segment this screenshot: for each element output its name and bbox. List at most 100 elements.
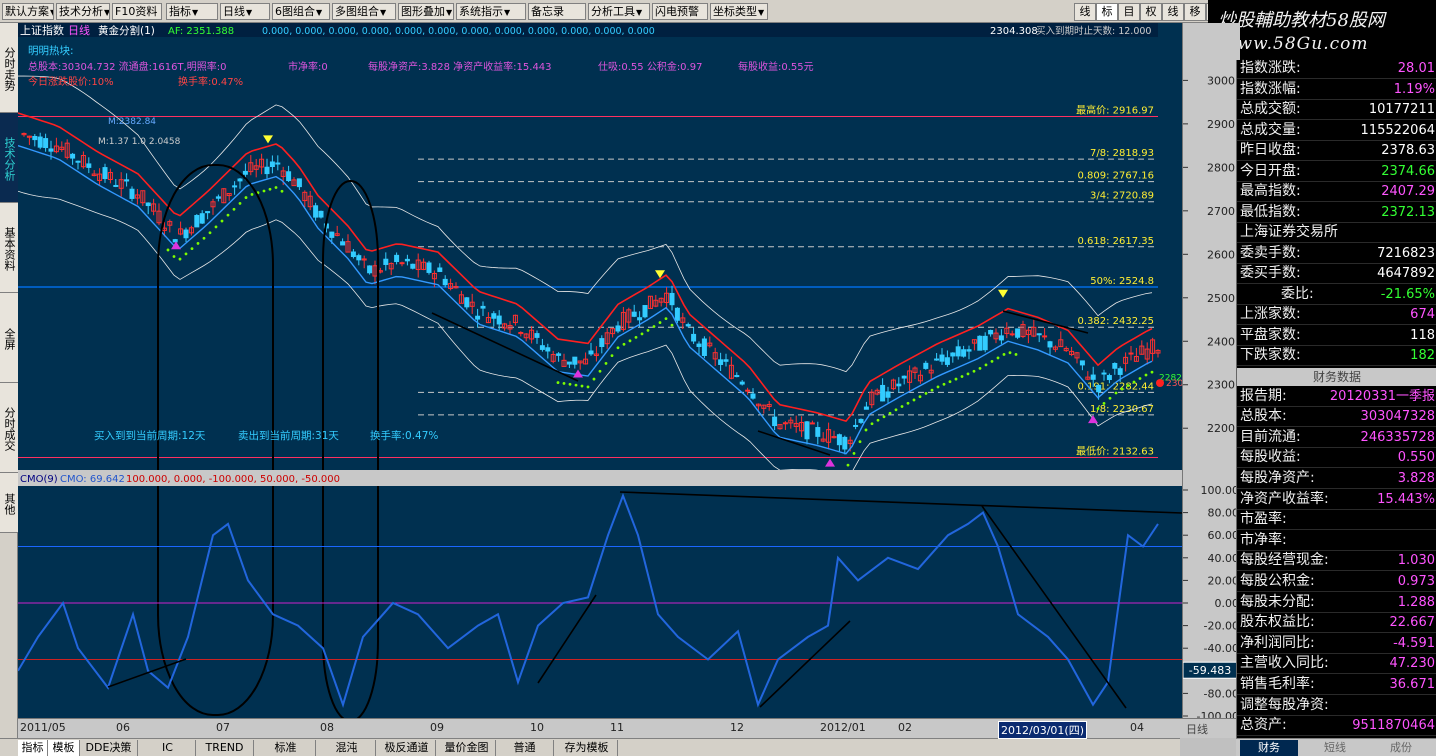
candle-body	[1079, 360, 1085, 366]
toolbar-button-label: 闪电预警	[655, 5, 699, 18]
toolbar-button-7[interactable]: 图形叠加▼	[398, 3, 454, 20]
bottom-tab-2[interactable]: DDE决策	[80, 740, 138, 756]
finance-row-label: 净利润同比:	[1240, 634, 1315, 651]
toolbar-tool-3[interactable]: 权	[1140, 3, 1162, 21]
order-row: 委比: -21.65%	[1237, 284, 1436, 305]
toolbar-tool-2[interactable]: 目	[1118, 3, 1140, 21]
toolbar-button-label: 日线	[223, 5, 245, 18]
toolbar-button-10[interactable]: 分析工具▼	[588, 3, 650, 20]
bottom-template-tabs: 指标 模板 DDE决策 IC TREND 标准 混沌 极反通道 量价金图 普通 存为模板	[0, 738, 1180, 756]
bottom-tab-8[interactable]: 量价金图	[438, 740, 496, 756]
quote-row-label: 最高指数:	[1240, 183, 1301, 199]
candle-body	[269, 161, 275, 168]
bottom-tab-3[interactable]: IC	[140, 740, 196, 756]
toolbar-button-4[interactable]: 日线▼	[220, 3, 270, 20]
finance-row-value: 47.230	[1389, 656, 1436, 672]
candle-body	[1009, 333, 1015, 336]
toolbar-button-8[interactable]: 系统指示▼	[456, 3, 526, 20]
left-tab-5[interactable]: 其他	[0, 473, 18, 533]
candle-body	[556, 353, 562, 356]
finance-row-label: 市盈率:	[1240, 511, 1287, 528]
turnover-text: 换手率:0.47%	[370, 429, 438, 442]
sar-dot	[954, 377, 958, 381]
toolbar-button-9[interactable]: 备忘录	[528, 3, 586, 20]
candle-body	[739, 381, 745, 385]
date-axis: 2011/05 06 07 08 09 10 11 12 2012/01 02 2012/03/01…	[18, 718, 1236, 739]
left-tab-2[interactable]: 基本资料	[0, 203, 18, 293]
drawn-trendline	[759, 620, 851, 708]
finance-row-value: 303047328	[1360, 409, 1435, 425]
sar-dot	[888, 411, 892, 415]
quote-row: 最高指数: 2407.29	[1237, 181, 1436, 202]
buy-marker-icon	[1088, 415, 1098, 424]
toolbar-tool-4[interactable]: 线	[1162, 3, 1184, 21]
kline-chart-area[interactable]: 最高价: 2916.97 7/8: 2818.93 0.809: 2767.16 3/…	[18, 23, 1182, 718]
buy-marker-icon	[825, 458, 835, 467]
bottom-tab-10[interactable]: 存为模板	[556, 740, 618, 756]
candle-body	[232, 185, 238, 188]
cmo-axis-label: -80.00	[1204, 687, 1239, 700]
candle-body	[145, 202, 151, 207]
toolbar-tool-1[interactable]: 标	[1096, 3, 1118, 21]
chart-af: AF: 2351.388	[168, 26, 234, 37]
info-tab-2[interactable]: 成份	[1372, 740, 1430, 756]
candle-body	[296, 178, 302, 188]
left-tab-0[interactable]: 分时走势	[0, 23, 18, 113]
toolbar-button-3[interactable]: 指标▼	[166, 3, 218, 20]
order-row-value: -21.65%	[1380, 286, 1435, 302]
toolbar-button-2[interactable]: F10资料	[112, 3, 162, 20]
finance-row-label: 净资产收益率:	[1240, 490, 1329, 507]
bottom-tab-6[interactable]: 混沌	[318, 740, 376, 756]
chevron-down-icon: ▼	[104, 8, 110, 17]
sar-dot	[220, 219, 224, 223]
candle-body	[701, 338, 707, 356]
finance-row-label: 报告期:	[1240, 387, 1287, 404]
candle-body	[545, 347, 551, 352]
bottom-tab-7[interactable]: 极反通道	[378, 740, 436, 756]
candle-body	[1117, 368, 1123, 375]
toolbar-button-6[interactable]: 多图组合▼	[332, 3, 396, 20]
info-tab-1[interactable]: 短线	[1306, 740, 1364, 756]
toolbar-button-12[interactable]: 坐标类型▼	[710, 3, 768, 20]
info-text: 市净率:0	[288, 60, 328, 73]
left-tab-3[interactable]: 全屏	[0, 293, 18, 383]
toolbar-button-1[interactable]: 技术分析▼	[56, 3, 110, 20]
sar-dot	[912, 398, 916, 402]
sar-dot	[268, 187, 272, 191]
price-axis-label: 2500	[1207, 292, 1235, 305]
bottom-tab-5[interactable]: 标准	[256, 740, 316, 756]
finance-row: 总资产: 9511870464	[1237, 715, 1436, 737]
toolbar-button-0[interactable]: 默认方案▼	[2, 3, 54, 20]
candle-body	[988, 329, 994, 335]
toolbar-tool-5[interactable]: 移	[1184, 3, 1206, 21]
candle-body	[75, 160, 81, 163]
toolbar-button-5[interactable]: 6图组合▼	[272, 3, 330, 20]
bottom-tab-0[interactable]: 指标	[18, 740, 48, 756]
toolbar-tool-0[interactable]: 线	[1074, 3, 1096, 21]
sar-dot	[996, 356, 1000, 360]
bottom-tab-9[interactable]: 普通	[496, 740, 554, 756]
drawn-trendline	[981, 505, 1127, 709]
toolbar-button-label: 默认方案	[5, 5, 49, 18]
sar-dot	[1132, 380, 1136, 384]
candle-body	[442, 278, 448, 286]
sar-dot	[274, 186, 278, 189]
left-tab-4[interactable]: 分时成交	[0, 383, 18, 473]
finance-row: 每股未分配: 1.288	[1237, 592, 1436, 613]
sar-dot	[592, 377, 596, 381]
order-row-label: 上涨家数:	[1240, 306, 1301, 322]
bottom-tab-1[interactable]: 模板	[48, 740, 80, 756]
sar-dot	[652, 325, 656, 328]
cmo-axis-label: 60.00	[1208, 529, 1240, 542]
candle-body	[426, 262, 432, 273]
candle-body	[944, 357, 950, 365]
bottom-tab-4[interactable]: TREND	[196, 740, 254, 756]
toolbar-button-11[interactable]: 闪电预警	[652, 3, 708, 20]
date-axis-period[interactable]: 日线	[1186, 721, 1208, 737]
candle-body	[923, 362, 929, 369]
quote-row-value: 2374.66	[1381, 163, 1435, 179]
sar-dot	[604, 362, 608, 365]
left-tab-1[interactable]: 技术分析	[0, 113, 18, 203]
info-tab-0[interactable]: 财务	[1240, 740, 1298, 756]
quote-row-label: 指数涨幅:	[1240, 80, 1301, 97]
